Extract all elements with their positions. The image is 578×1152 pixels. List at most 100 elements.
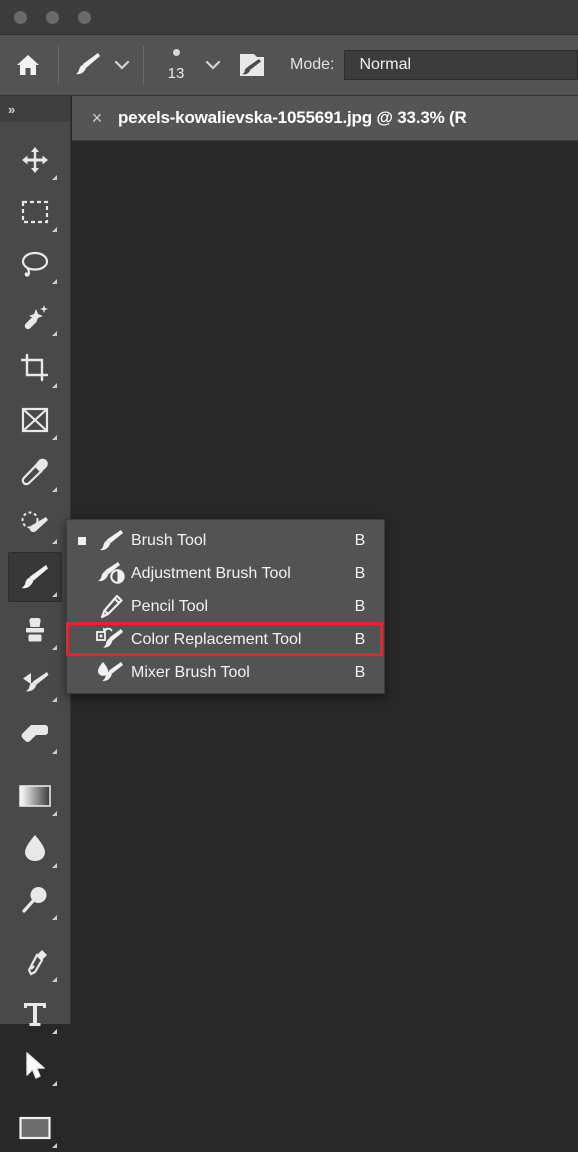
magic-wand-tool-icon [20,301,50,331]
window-close-button[interactable] [14,11,27,24]
tool-group-indicator [52,1143,57,1148]
brush-tool-flyout-menu: Brush Tool B Adjustment Brush Tool B Pen… [66,519,385,694]
window-minimize-button[interactable] [46,11,59,24]
blur-tool-icon [22,833,48,863]
tool-group-indicator [52,175,57,180]
selected-marker [73,536,91,545]
tool-group-indicator [52,863,57,868]
document-tab-bar: × pexels-kowalievska-1055691.jpg @ 33.3%… [72,96,578,141]
menu-item-color-replacement-tool[interactable]: Color Replacement Tool B [67,623,384,656]
tool-group-indicator [52,227,57,232]
tool-group-indicator [52,977,57,982]
toolbar-separator-1 [58,46,59,84]
chevron-down-icon[interactable] [109,45,135,85]
menu-item-mixer-brush-tool[interactable]: Mixer Brush Tool B [67,656,384,689]
blend-mode-select[interactable]: Normal [344,50,578,80]
tool-object-selection[interactable] [9,292,61,340]
window-zoom-button[interactable] [78,11,91,24]
tool-blur[interactable] [9,824,61,872]
options-bar: 13 Mode: Normal [0,35,578,96]
tool-group-indicator [52,697,57,702]
lasso-tool-icon [20,250,50,278]
adjustment-brush-tool-icon [91,559,131,589]
pen-tool-icon [20,947,50,977]
healing-brush-tool-icon [20,509,50,539]
tool-rectangle-shape[interactable] [9,1104,61,1152]
brush-settings-panel-icon [237,51,267,79]
close-icon[interactable]: × [82,108,112,129]
brush-icon [67,43,109,87]
tool-group-indicator [52,331,57,336]
tool-group-indicator [52,749,57,754]
brush-size-indicator[interactable]: 13 [146,39,200,91]
tool-history-brush[interactable] [9,658,61,706]
color-replacement-tool-icon [91,625,131,655]
tool-frame[interactable] [9,396,61,444]
tools-panel: » [0,96,71,1148]
brush-settings-panel-button[interactable] [230,42,274,88]
tool-move[interactable] [9,136,61,184]
tool-eyedropper[interactable] [9,448,61,496]
menu-item-shortcut: B [354,663,366,681]
tool-type[interactable] [9,990,61,1038]
tool-spot-healing-brush[interactable] [9,500,61,548]
menu-item-pencil-tool[interactable]: Pencil Tool B [67,590,384,623]
menu-item-label: Mixer Brush Tool [131,663,250,681]
menu-item-shortcut: B [354,630,366,648]
brush-size-chevron-down-icon[interactable] [200,45,226,85]
brush-tool-icon [19,561,51,593]
document-tab-title[interactable]: pexels-kowalievska-1055691.jpg @ 33.3% (… [118,108,467,128]
eraser-tool-icon [20,721,50,747]
expand-panel-button[interactable]: » [0,96,70,122]
brush-size-value: 13 [167,64,185,82]
tool-group-indicator [52,811,57,816]
history-brush-tool-icon [20,667,50,697]
home-button[interactable] [0,36,56,94]
window-titlebar [0,0,578,35]
marquee-tool-icon [20,199,50,225]
clone-stamp-tool-icon [20,615,50,645]
home-icon [15,53,41,77]
toolbar-separator-2 [143,46,144,84]
tool-group-indicator [52,279,57,284]
tool-clone-stamp[interactable] [9,606,61,654]
tool-group-indicator [52,1029,57,1034]
menu-item-label: Pencil Tool [131,597,209,615]
frame-tool-icon [20,406,50,434]
menu-item-brush-tool[interactable]: Brush Tool B [67,524,384,557]
tool-gradient[interactable] [9,772,61,820]
menu-item-label: Adjustment Brush Tool [131,564,291,582]
chevron-double-right-icon: » [8,101,15,117]
brush-preset-picker[interactable] [61,36,141,94]
menu-item-label: Color Replacement Tool [131,630,302,648]
gradient-tool-icon [18,783,52,809]
tool-eraser[interactable] [9,710,61,758]
move-tool-icon [20,145,50,175]
tool-path-selection[interactable] [9,1042,61,1090]
mode-label: Mode: [290,56,335,73]
tool-group-indicator [52,592,57,597]
tool-group-indicator [52,1081,57,1086]
tool-group-indicator [52,915,57,920]
pencil-tool-icon [91,592,131,622]
crop-tool-icon [20,353,50,383]
menu-item-shortcut: B [354,564,366,582]
dodge-tool-icon [20,885,50,915]
brush-tip-preview [172,48,180,56]
menu-item-shortcut: B [354,531,366,549]
tool-group-indicator [52,487,57,492]
tool-group-indicator [52,539,57,544]
menu-item-adjustment-brush-tool[interactable]: Adjustment Brush Tool B [67,557,384,590]
mixer-brush-tool-icon [91,658,131,688]
tool-brush[interactable] [8,552,62,602]
tool-lasso[interactable] [9,240,61,288]
eyedropper-tool-icon [20,457,50,487]
brush-tool-icon [91,526,131,556]
path-selection-arrow-icon [23,1051,47,1081]
tool-dodge[interactable] [9,876,61,924]
tool-group-indicator [52,383,57,388]
menu-item-label: Brush Tool [131,531,207,549]
tool-crop[interactable] [9,344,61,392]
tool-rectangular-marquee[interactable] [9,188,61,236]
tool-pen[interactable] [9,938,61,986]
